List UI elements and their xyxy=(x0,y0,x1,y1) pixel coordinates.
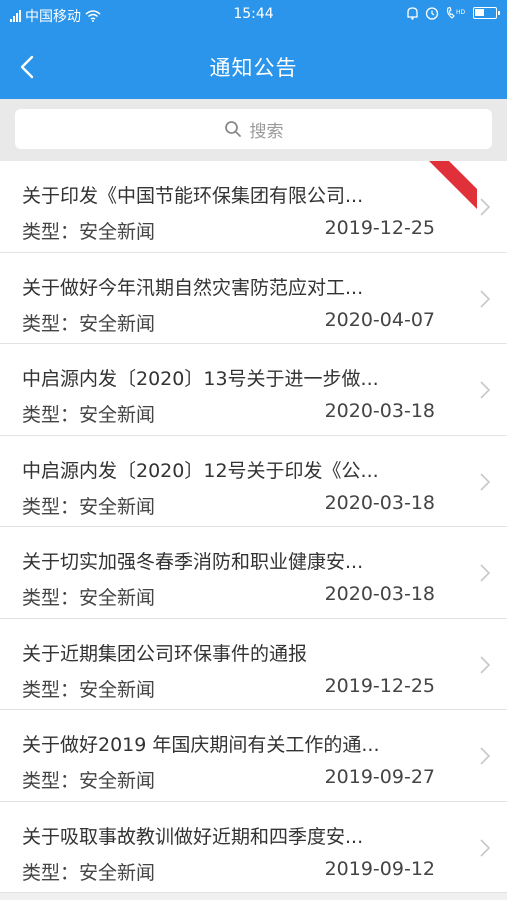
item-date: 2019-09-12 xyxy=(324,857,435,880)
chevron-right-icon xyxy=(480,747,491,765)
item-title: 关于印发《中国节能环保集团有限公司... xyxy=(22,185,364,207)
item-date: 2020-03-18 xyxy=(324,583,435,605)
item-title: 关于近期集团公司环保事件的通报 xyxy=(22,642,308,665)
item-date: 2019-12-25 xyxy=(324,217,435,239)
item-title: 中启源内发〔2020〕13号关于进一步做... xyxy=(22,368,379,390)
item-title: 关于做好2019 年国庆期间有关工作的通... xyxy=(22,734,380,756)
list-item[interactable]: 关于切实加强冬春季消防和职业健康安... 类型：安全新闻 2020-03-18 xyxy=(0,527,507,619)
list-item[interactable]: 关于印发《中国节能环保集团有限公司... 类型：安全新闻 2019-12-25 … xyxy=(0,161,507,253)
item-type: 类型：安全新闻 xyxy=(22,861,156,884)
search-area: 搜索 xyxy=(0,99,507,161)
item-title: 关于吸取事故教训做好近期和四季度安... xyxy=(22,825,364,848)
search-icon xyxy=(224,121,241,137)
chevron-right-icon xyxy=(480,838,491,857)
item-title: 关于做好今年汛期自然灾害防范应对工... xyxy=(22,276,364,299)
item-type: 类型：安全新闻 xyxy=(22,221,156,243)
item-date: 2020-03-18 xyxy=(324,400,435,422)
status-bar: 中国移动 15:44 HD xyxy=(0,0,507,30)
chevron-right-icon xyxy=(480,381,491,399)
item-type: 类型：安全新闻 xyxy=(22,312,156,335)
item-title: 关于切实加强冬春季消防和职业健康安... xyxy=(22,551,364,573)
bell-icon xyxy=(407,7,418,20)
search-placeholder: 搜索 xyxy=(249,121,284,142)
item-type: 类型：安全新闻 xyxy=(22,404,156,426)
alarm-icon xyxy=(425,7,439,20)
list-item[interactable]: 关于近期集团公司环保事件的通报 类型：安全新闻 2019-12-25 xyxy=(0,618,507,710)
chevron-right-icon xyxy=(480,198,491,216)
svg-text:HD: HD xyxy=(456,9,466,16)
item-date: 2020-04-07 xyxy=(324,308,435,331)
battery-icon xyxy=(473,7,500,19)
item-type: 类型：安全新闻 xyxy=(22,587,156,609)
list-item[interactable]: 关于做好2019 年国庆期间有关工作的通... 类型：安全新闻 2019-09-… xyxy=(0,710,507,802)
item-date: 2019-09-27 xyxy=(324,766,435,788)
item-type: 类型：安全新闻 xyxy=(22,770,156,792)
search-input[interactable]: 搜索 xyxy=(15,109,492,149)
chevron-right-icon xyxy=(480,564,491,582)
item-date: 2020-03-18 xyxy=(324,491,435,514)
item-type: 类型：安全新闻 xyxy=(22,495,156,518)
list-item[interactable]: 关于吸取事故教训做好近期和四季度安... 类型：安全新闻 2019-09-12 xyxy=(0,801,507,893)
page-title: 通知公告 xyxy=(209,56,298,80)
status-right: HD xyxy=(406,6,500,20)
notice-list: 关于印发《中国节能环保集团有限公司... 类型：安全新闻 2019-12-25 … xyxy=(0,161,507,893)
item-title: 中启源内发〔2020〕12号关于印发《公... xyxy=(22,459,379,482)
list-item[interactable]: 中启源内发〔2020〕12号关于印发《公... 类型：安全新闻 2020-03-… xyxy=(0,435,507,527)
header-bar: 通知公告 xyxy=(0,30,507,99)
volte-call-icon: HD xyxy=(446,6,466,19)
chevron-right-icon xyxy=(480,472,491,491)
top-badge: TOP xyxy=(429,161,477,209)
chevron-right-icon xyxy=(480,655,491,674)
chevron-right-icon xyxy=(480,289,491,308)
list-item[interactable]: 关于做好今年汛期自然灾害防范应对工... 类型：安全新闻 2020-04-07 xyxy=(0,252,507,344)
list-item[interactable]: 中启源内发〔2020〕13号关于进一步做... 类型：安全新闻 2020-03-… xyxy=(0,344,507,436)
item-type: 类型：安全新闻 xyxy=(22,678,156,701)
item-date: 2019-12-25 xyxy=(324,674,435,697)
